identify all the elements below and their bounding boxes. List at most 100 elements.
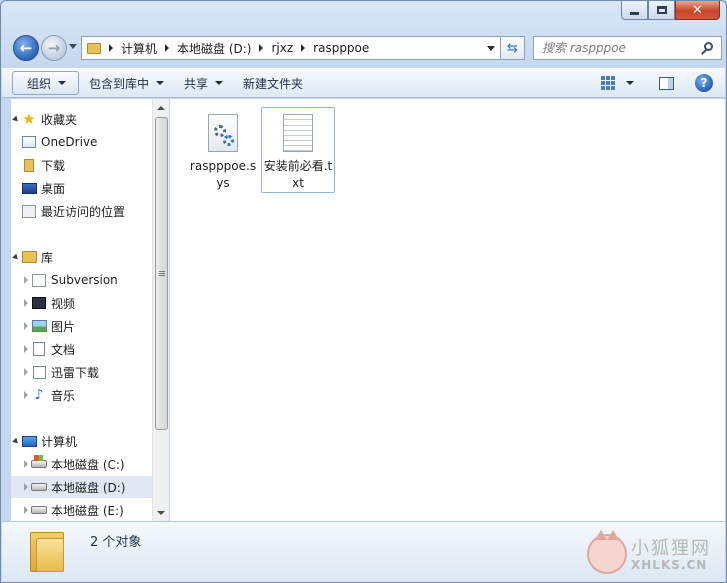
drive-c-icon: [31, 455, 47, 472]
maximize-button[interactable]: [648, 1, 675, 20]
file-item-sys[interactable]: raspppoe.sys: [186, 107, 260, 193]
chevron-down-icon: [157, 510, 165, 515]
include-in-library-label: 包含到库中: [89, 76, 150, 91]
tree-label: 本地磁盘 (C:): [51, 457, 125, 472]
tree-libraries[interactable]: 库: [11, 246, 155, 268]
new-folder-button[interactable]: 新建文件夹: [233, 71, 313, 95]
tree-label: 库: [41, 250, 54, 265]
expand-arrow-icon[interactable]: [11, 253, 21, 261]
watermark-cn: 小狐狸网: [631, 538, 711, 559]
caption-buttons: ✕: [621, 1, 720, 21]
collapsed-arrow-icon[interactable]: [21, 368, 31, 376]
collapsed-arrow-icon[interactable]: [21, 299, 31, 307]
chevron-up-icon: [157, 105, 165, 110]
expand-arrow-icon[interactable]: [11, 115, 21, 123]
breadcrumb-computer[interactable]: 计算机: [121, 40, 157, 57]
xunlei-icon: [31, 364, 47, 380]
address-bar[interactable]: 计算机 本地磁盘 (D:) rjxz raspppoe: [81, 36, 501, 60]
tree-favorites[interactable]: ★ 收藏夹: [11, 108, 155, 130]
preview-pane-button[interactable]: [655, 73, 677, 93]
tree-item-drive-e[interactable]: 本地磁盘 (E:): [11, 499, 155, 521]
breadcrumb-raspppoe[interactable]: raspppoe: [313, 41, 369, 55]
breadcrumb-drive-d[interactable]: 本地磁盘 (D:): [177, 40, 251, 57]
chevron-down-icon: [626, 81, 634, 85]
scrollbar-thumb[interactable]: [155, 117, 168, 430]
tree-item-drive-d[interactable]: 本地磁盘 (D:): [11, 476, 155, 498]
tree-item-documents[interactable]: 文档: [11, 338, 155, 360]
collapsed-arrow-icon[interactable]: [21, 460, 31, 468]
tree-item-music[interactable]: ♪ 音乐: [11, 384, 155, 406]
tree-label: Subversion: [51, 273, 118, 287]
search-box: [533, 36, 722, 60]
star-icon: ★: [22, 109, 36, 128]
share-button[interactable]: 共享: [174, 71, 233, 95]
breadcrumb-rjxz[interactable]: rjxz: [271, 41, 293, 55]
help-icon: ?: [700, 76, 708, 90]
tree-item-video[interactable]: 视频: [11, 292, 155, 314]
grip-icon: [158, 271, 165, 276]
file-name: 安装前必看.txt: [263, 159, 333, 190]
collapsed-arrow-icon[interactable]: [21, 506, 31, 514]
tree-item-downloads[interactable]: 下载: [11, 154, 155, 176]
collapsed-arrow-icon[interactable]: [21, 391, 31, 399]
subversion-icon: [31, 272, 47, 288]
tree-item-pictures[interactable]: 图片: [11, 315, 155, 337]
file-name: raspppoe.sys: [189, 159, 257, 190]
folder-icon: [30, 528, 66, 572]
navigation-pane-scrollbar[interactable]: [152, 99, 169, 521]
scroll-up-button[interactable]: [153, 99, 169, 116]
breadcrumb-separator[interactable]: [165, 44, 170, 52]
collapsed-arrow-icon[interactable]: [21, 322, 31, 330]
tree-label: 本地磁盘 (D:): [51, 480, 126, 495]
tree-item-xunlei[interactable]: 迅雷下载: [11, 361, 155, 383]
refresh-button[interactable]: ⇆: [501, 36, 525, 60]
search-input[interactable]: [542, 41, 692, 55]
scroll-down-button[interactable]: [153, 504, 169, 521]
forward-arrow-icon: →: [47, 39, 61, 57]
tree-label: 音乐: [51, 388, 76, 403]
pictures-icon: [31, 318, 47, 334]
view-options-dropdown[interactable]: [623, 81, 637, 85]
computer-icon: [21, 433, 37, 449]
refresh-icon: ⇆: [507, 40, 518, 56]
chevron-down-icon: [156, 81, 165, 85]
tree-computer[interactable]: 计算机: [11, 430, 155, 452]
file-item-txt[interactable]: 安装前必看.txt: [261, 107, 335, 193]
music-icon: ♪: [34, 387, 44, 403]
tree-item-onedrive[interactable]: OneDrive: [11, 131, 155, 153]
minimize-button[interactable]: [621, 1, 648, 20]
tree-label: 文档: [51, 342, 76, 357]
tree-item-drive-c[interactable]: 本地磁盘 (C:): [11, 453, 155, 475]
tree-label: 下载: [41, 158, 66, 173]
share-label: 共享: [184, 76, 209, 91]
address-history-dropdown[interactable]: [482, 37, 500, 59]
tree-label: OneDrive: [41, 135, 98, 149]
collapsed-arrow-icon[interactable]: [21, 483, 31, 491]
back-button[interactable]: ←: [13, 35, 39, 61]
back-arrow-icon: ←: [19, 39, 33, 57]
downloads-icon: [21, 157, 37, 173]
forward-button[interactable]: →: [41, 35, 67, 61]
tree-item-recent-places[interactable]: 最近访问的位置: [11, 200, 155, 222]
close-button[interactable]: ✕: [675, 1, 720, 20]
tree-item-subversion[interactable]: Subversion: [11, 269, 155, 291]
tree-item-desktop[interactable]: 桌面: [11, 177, 155, 199]
change-view-button[interactable]: [597, 73, 619, 93]
command-bar: 组织 包含到库中 共享 新建文件夹 ?: [2, 68, 725, 98]
folder-icon: [87, 42, 101, 54]
breadcrumb-separator[interactable]: [259, 44, 264, 52]
organize-button[interactable]: 组织: [12, 71, 80, 95]
tree-label: 计算机: [41, 434, 78, 449]
collapsed-arrow-icon[interactable]: [21, 345, 31, 353]
tree-label: 最近访问的位置: [41, 204, 126, 219]
onedrive-icon: [21, 134, 37, 150]
breadcrumb-separator[interactable]: [109, 44, 113, 52]
collapsed-arrow-icon[interactable]: [21, 276, 31, 284]
expand-arrow-icon[interactable]: [11, 437, 21, 445]
recent-pages-dropdown[interactable]: [69, 44, 77, 49]
search-icon[interactable]: [701, 42, 715, 56]
help-button[interactable]: ?: [695, 74, 713, 92]
file-list[interactable]: raspppoe.sys 安装前必看.txt: [170, 99, 725, 521]
include-in-library-button[interactable]: 包含到库中: [79, 71, 174, 95]
breadcrumb-separator[interactable]: [301, 44, 306, 52]
